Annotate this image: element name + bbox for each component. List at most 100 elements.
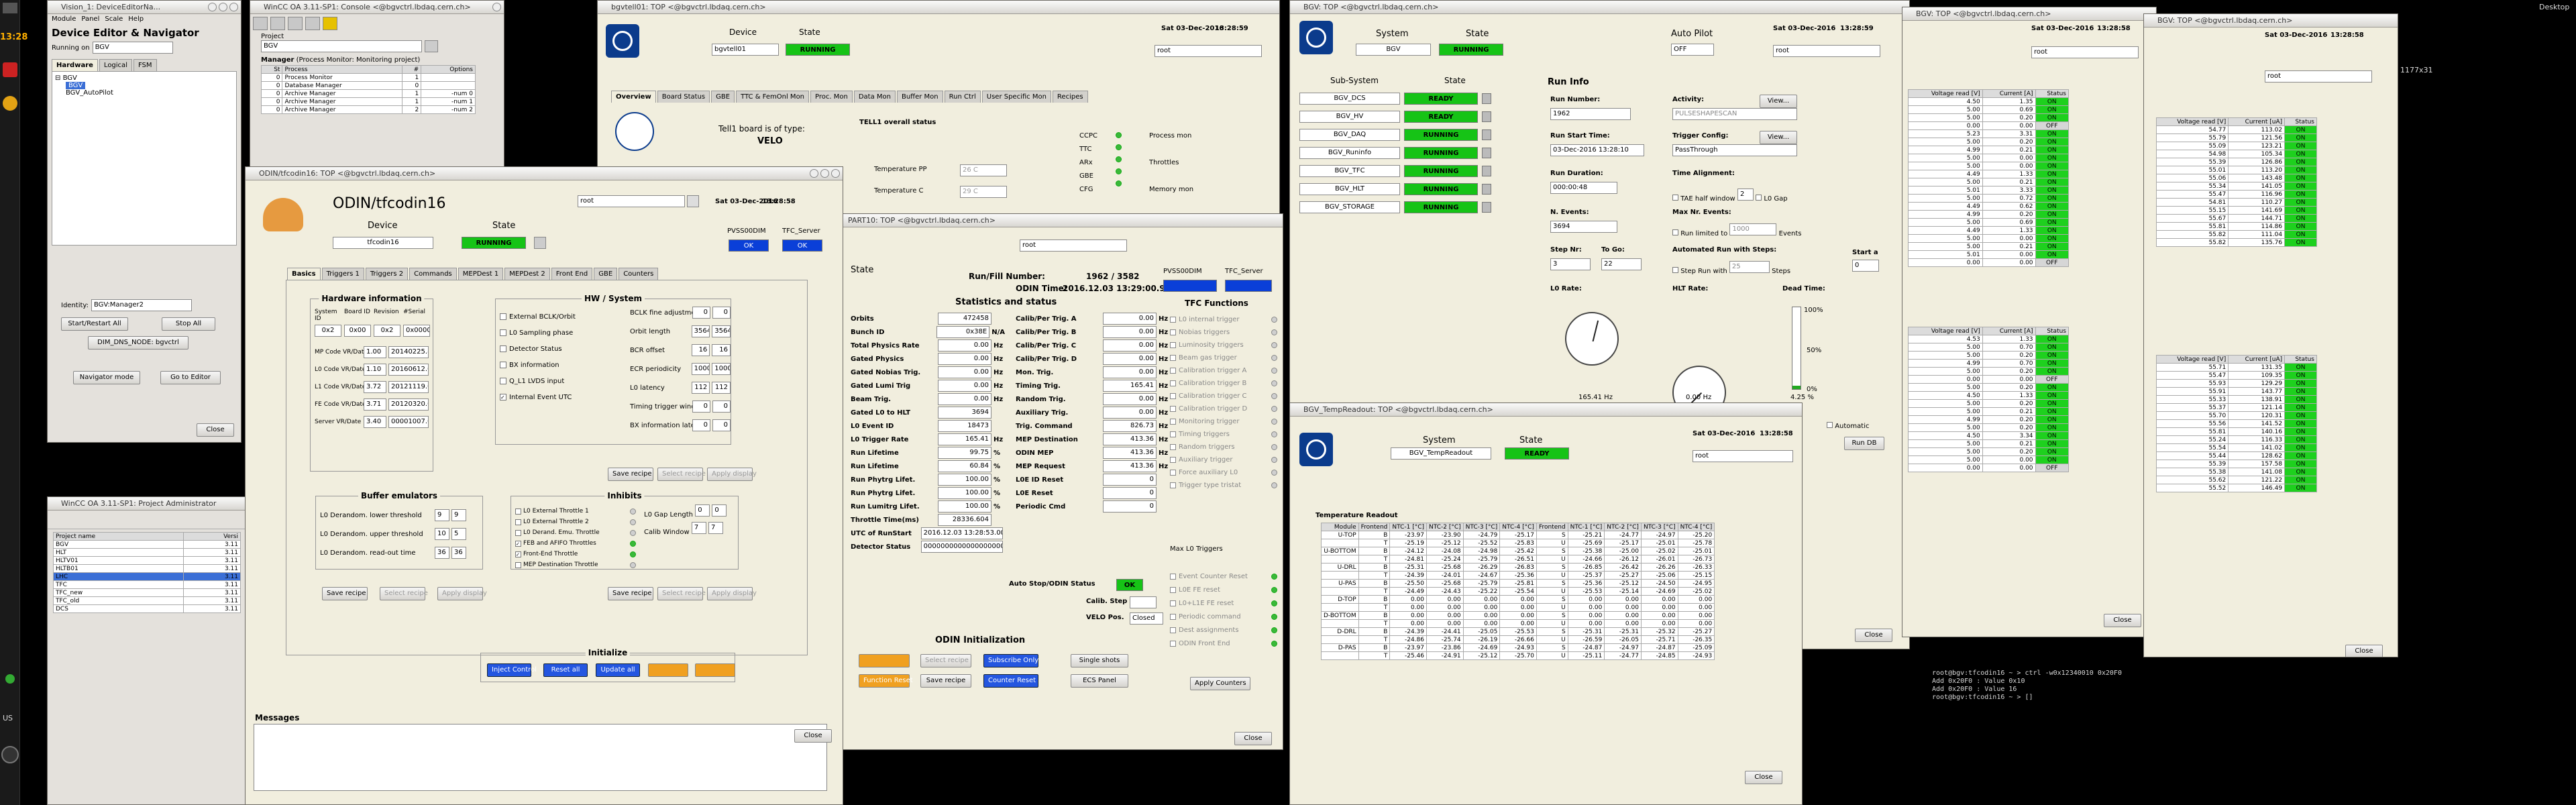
subsystem-state[interactable]: RUNNING <box>1404 146 1478 159</box>
check-row[interactable]: ODIN Front End <box>1170 637 1277 650</box>
function-row[interactable]: Auxiliary trigger <box>1170 453 1277 466</box>
checkbox[interactable] <box>500 378 506 384</box>
subsystem-name[interactable]: BGV_HLT <box>1299 182 1400 195</box>
function-row[interactable]: Calibration trigger A <box>1170 364 1277 377</box>
lock-icon[interactable] <box>1482 165 1491 176</box>
checkbox[interactable] <box>515 561 521 568</box>
function-reset-button[interactable]: Function Reset <box>859 674 913 688</box>
lang-indicator[interactable]: US <box>3 714 13 722</box>
checkbox[interactable]: ✓ <box>515 551 521 557</box>
close-icon[interactable] <box>229 3 238 11</box>
menu-panel[interactable]: Panel <box>81 15 99 23</box>
green-tray-icon[interactable] <box>5 674 15 684</box>
checkbox[interactable] <box>1170 613 1176 620</box>
title-bar[interactable]: WinCC OA 3.11-SP1: Console <@bgvctrl.lbd… <box>250 1 504 14</box>
checkbox[interactable] <box>1170 600 1176 606</box>
go-to-editor-button[interactable]: Go to Editor <box>160 371 221 384</box>
user-field[interactable]: root <box>1155 45 1262 57</box>
device-field[interactable]: tfcodin16 <box>333 237 433 249</box>
tab-data-mon[interactable]: Data Mon <box>853 91 896 103</box>
subscribe-only-button[interactable]: Subscribe Only <box>983 654 1038 667</box>
trigger-view-button[interactable]: View... <box>1760 131 1797 144</box>
select-recipe-button[interactable]: Select recipe <box>920 654 971 667</box>
close-button[interactable]: Close <box>794 729 832 743</box>
run-db-button[interactable]: Run DB <box>1844 437 1884 450</box>
function-row[interactable]: L0 internal trigger <box>1170 313 1277 326</box>
table-row[interactable]: 0 Process Monitor 1 <box>260 73 476 82</box>
orange-button[interactable] <box>859 654 910 667</box>
close-icon[interactable] <box>492 3 501 11</box>
function-row[interactable]: Calibration trigger B <box>1170 377 1277 390</box>
checkbox[interactable] <box>1170 355 1176 361</box>
identity-field[interactable]: BGV:Manager2 <box>91 299 192 311</box>
steps-field[interactable]: 25 <box>1729 261 1770 273</box>
title-bar[interactable]: bgvtell01: TOP <@bgvctrl.lbdaq.cern.ch> <box>598 1 1279 14</box>
tab-triggers-1[interactable]: Triggers 1 <box>321 268 364 280</box>
field-input[interactable]: 112 <box>691 382 710 394</box>
function-row[interactable]: Calibration trigger D <box>1170 402 1277 415</box>
user-field[interactable]: root <box>2265 70 2372 83</box>
function-row[interactable]: Monitoring trigger <box>1170 415 1277 428</box>
automation-checkbox[interactable] <box>1827 422 1833 428</box>
function-row[interactable]: Beam gas trigger <box>1170 352 1277 364</box>
buffer-input[interactable]: 10 <box>435 528 449 540</box>
buffer-input[interactable]: 36 <box>435 547 449 559</box>
subsystem-state[interactable]: RUNNING <box>1404 201 1478 213</box>
check-row[interactable]: MEP Destination Throttle <box>515 559 636 570</box>
state-indicator[interactable]: RUNNING <box>786 44 850 56</box>
save-recipe-button-3[interactable]: Save recipe <box>608 587 653 600</box>
max-events-field[interactable]: 1000 <box>1729 223 1777 235</box>
system-field[interactable]: BGV_TempReadout <box>1391 447 1491 460</box>
user-field[interactable]: root <box>1020 239 1127 252</box>
subsystem-state[interactable]: RUNNING <box>1404 164 1478 177</box>
desktop-label[interactable]: Desktop <box>2539 3 2569 11</box>
tab-mepdest-2[interactable]: MEPDest 2 <box>504 268 550 280</box>
lock-icon[interactable] <box>534 237 546 249</box>
calib-field-2[interactable]: 7 <box>708 522 723 534</box>
checkbox[interactable] <box>515 529 521 536</box>
field-input[interactable]: 3564 <box>691 325 710 337</box>
apply-display-button-3[interactable]: Apply display <box>707 587 757 600</box>
close-button[interactable]: Close <box>1855 629 1892 642</box>
reset-all-button[interactable]: Reset all <box>543 663 588 677</box>
function-row[interactable]: Random triggers <box>1170 441 1277 453</box>
check-row[interactable]: L0 External Throttle 1 <box>515 506 636 517</box>
title-bar[interactable]: BGV_TempReadout: TOP <@bgvctrl.lbdaq.cer… <box>1290 403 1802 417</box>
check-row[interactable]: BX information <box>500 357 607 373</box>
title-bar[interactable]: BGV: TOP <@bgvctrl.lbdaq.cern.ch> <box>1290 1 1909 14</box>
subsystem-name[interactable]: BGV_Runinfo <box>1299 146 1400 159</box>
check-row[interactable]: L0+L1E FE reset <box>1170 596 1277 610</box>
subsystem-state[interactable]: READY <box>1404 92 1478 105</box>
user-field[interactable]: root <box>578 195 685 207</box>
title-bar[interactable]: BGV: TOP <@bgvctrl.lbdaq.cern.ch> <box>2144 14 2398 28</box>
checkbox[interactable] <box>1170 573 1176 580</box>
save-recipe-button-2[interactable]: Save recipe <box>322 587 368 600</box>
project-icon[interactable] <box>425 40 438 52</box>
state-indicator[interactable]: RUNNING <box>1439 44 1503 56</box>
tab-proc-mon[interactable]: Proc. Mon <box>810 91 853 103</box>
table-row[interactable]: 0 Archive Manager 1 -num 0 <box>260 89 476 98</box>
checkbox[interactable] <box>1170 342 1176 348</box>
app-icon-red[interactable] <box>2 62 17 77</box>
running-on-field[interactable]: BGV <box>92 42 173 54</box>
subsystem-name[interactable]: BGV_STORAGE <box>1299 201 1400 213</box>
power-icon[interactable] <box>1 746 19 763</box>
tab-overview[interactable]: Overview <box>611 91 656 103</box>
user-field[interactable]: root <box>1693 450 1793 462</box>
menu-module[interactable]: Module <box>52 15 76 23</box>
checkbox[interactable] <box>1170 627 1176 633</box>
title-bar[interactable]: ODIN/tfcodin16: TOP <@bgvctrl.lbdaq.cern… <box>246 167 843 180</box>
checkbox[interactable] <box>500 313 506 320</box>
state-indicator[interactable]: RUNNING <box>462 237 526 249</box>
toolbar-icon[interactable] <box>305 17 320 30</box>
tab-gbe[interactable]: GBE <box>594 268 618 280</box>
checkbox[interactable]: ✓ <box>500 394 506 400</box>
help-icon[interactable] <box>323 17 337 30</box>
function-row[interactable]: Luminosity triggers <box>1170 339 1277 352</box>
user-field[interactable]: root <box>1773 45 1880 57</box>
tab-counters[interactable]: Counters <box>619 268 659 280</box>
maximize-icon[interactable] <box>219 3 227 11</box>
toolbar-icon[interactable] <box>270 17 285 30</box>
apply-display-button-2[interactable]: Apply display <box>437 587 487 600</box>
tree-node-autopilot[interactable]: BGV_AutoPilot <box>55 89 233 97</box>
